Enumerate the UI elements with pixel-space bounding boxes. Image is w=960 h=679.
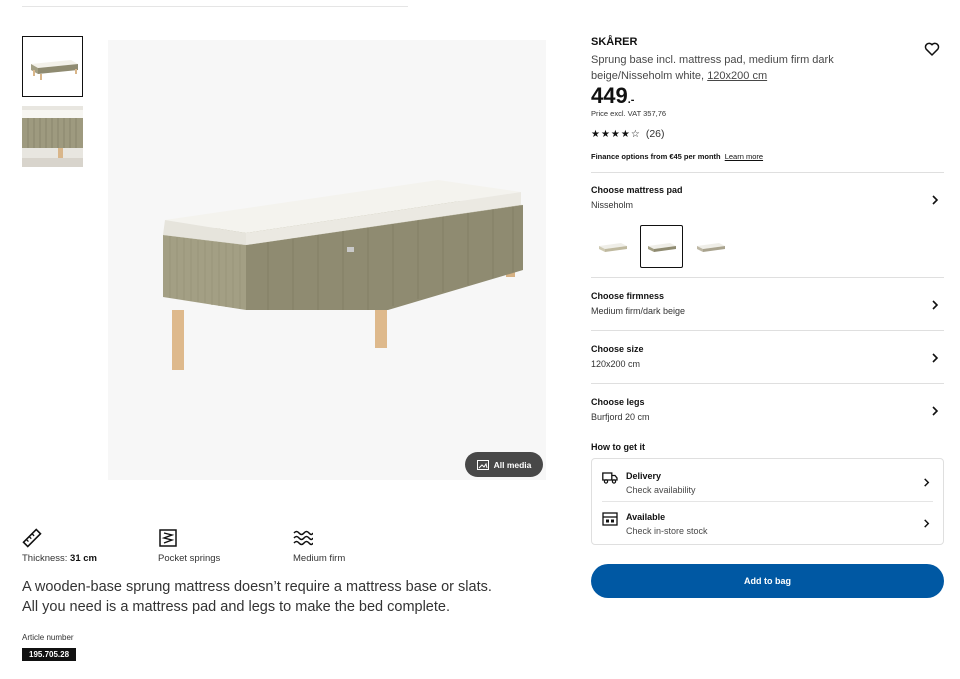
feature-springs: Pocket springs bbox=[158, 528, 220, 564]
swatch-3[interactable] bbox=[689, 225, 732, 268]
all-media-button[interactable]: All media bbox=[465, 452, 543, 477]
feature-thickness: Thickness: 31 cm bbox=[22, 528, 97, 564]
finance-options: Finance options from €45 per month Learn… bbox=[591, 152, 763, 161]
mattress-pad-swatches bbox=[591, 225, 732, 268]
heart-icon[interactable] bbox=[924, 41, 940, 57]
option-legs-heading: Choose legs bbox=[591, 397, 645, 407]
rating[interactable]: ★★★★☆ (26) bbox=[591, 128, 665, 140]
feature-thickness-value: 31 cm bbox=[70, 553, 97, 564]
store-icon bbox=[602, 512, 618, 526]
delivery-title: Delivery bbox=[626, 471, 662, 481]
feature-firmness: Medium firm bbox=[293, 528, 345, 564]
store-sub: Check in-store stock bbox=[626, 526, 708, 536]
option-firmness-value: Medium firm/dark beige bbox=[591, 306, 686, 316]
price: 449.- bbox=[591, 83, 634, 109]
store-row[interactable]: Available Check in-store stock bbox=[592, 502, 943, 544]
top-divider bbox=[22, 6, 408, 7]
article-number-label: Article number bbox=[22, 633, 74, 642]
delivery-sub: Check availability bbox=[626, 485, 696, 495]
option-firmness-heading: Choose firmness bbox=[591, 291, 665, 301]
all-media-label: All media bbox=[493, 459, 532, 470]
waves-icon bbox=[293, 530, 313, 546]
price-excl-vat: Price excl. VAT 357,76 bbox=[591, 109, 667, 118]
product-main-image[interactable] bbox=[108, 40, 546, 480]
option-size-value: 120x200 cm bbox=[591, 359, 641, 369]
option-legs-value: Burfjord 20 cm bbox=[591, 412, 650, 422]
product-subtitle: Sprung base incl. mattress pad, medium f… bbox=[591, 52, 906, 84]
swatch-1[interactable] bbox=[591, 225, 634, 268]
feature-thickness-label: Thickness: bbox=[22, 553, 68, 564]
springs-icon bbox=[159, 529, 177, 547]
chevron-right-icon bbox=[924, 478, 930, 487]
rating-count: (26) bbox=[645, 128, 665, 140]
feature-springs-label: Pocket springs bbox=[158, 553, 221, 564]
chevron-right-icon bbox=[932, 300, 939, 310]
delivery-row[interactable]: Delivery Check availability bbox=[592, 461, 943, 503]
chevron-right-icon bbox=[932, 195, 939, 205]
chevron-right-icon bbox=[932, 353, 939, 363]
option-legs[interactable]: Choose legs Burfjord 20 cm bbox=[591, 383, 944, 436]
thumbnail-2[interactable] bbox=[22, 106, 83, 167]
option-mattress-pad-heading: Choose mattress pad bbox=[591, 185, 683, 195]
product-description: A wooden-base sprung mattress doesn’t re… bbox=[22, 579, 492, 615]
option-mattress-pad-value: Nisseholm bbox=[591, 200, 634, 210]
option-firmness[interactable]: Choose firmness Medium firm/dark beige bbox=[591, 277, 944, 330]
finance-text: Finance options from €45 per month bbox=[591, 152, 721, 161]
delivery-options: Delivery Check availability Available Ch… bbox=[591, 458, 944, 545]
swatch-2-selected[interactable] bbox=[640, 225, 683, 268]
article-number: 195.705.28 bbox=[22, 648, 77, 661]
size-link[interactable]: 120x200 cm bbox=[707, 70, 767, 82]
thumbnail-1[interactable] bbox=[22, 36, 83, 97]
chevron-right-icon bbox=[932, 406, 939, 416]
gallery-icon bbox=[476, 459, 489, 470]
learn-more-link[interactable]: Learn more bbox=[725, 152, 763, 161]
add-to-bag-button[interactable]: Add to bag bbox=[591, 564, 944, 598]
option-size[interactable]: Choose size 120x200 cm bbox=[591, 330, 944, 383]
price-main: 449 bbox=[591, 83, 628, 108]
store-title: Available bbox=[626, 512, 666, 522]
feature-firmness-label: Medium firm bbox=[293, 553, 346, 564]
ruler-icon bbox=[22, 528, 42, 548]
rating-stars: ★★★★☆ bbox=[591, 128, 641, 140]
price-suffix: .- bbox=[627, 94, 635, 106]
chevron-right-icon bbox=[924, 519, 930, 528]
product-info-panel: SKÅRER Sprung base incl. mattress pad, m… bbox=[591, 36, 944, 598]
truck-icon bbox=[602, 472, 618, 484]
option-size-heading: Choose size bbox=[591, 344, 644, 354]
how-to-get-heading: How to get it bbox=[591, 442, 645, 452]
product-brand: SKÅRER bbox=[591, 36, 638, 48]
